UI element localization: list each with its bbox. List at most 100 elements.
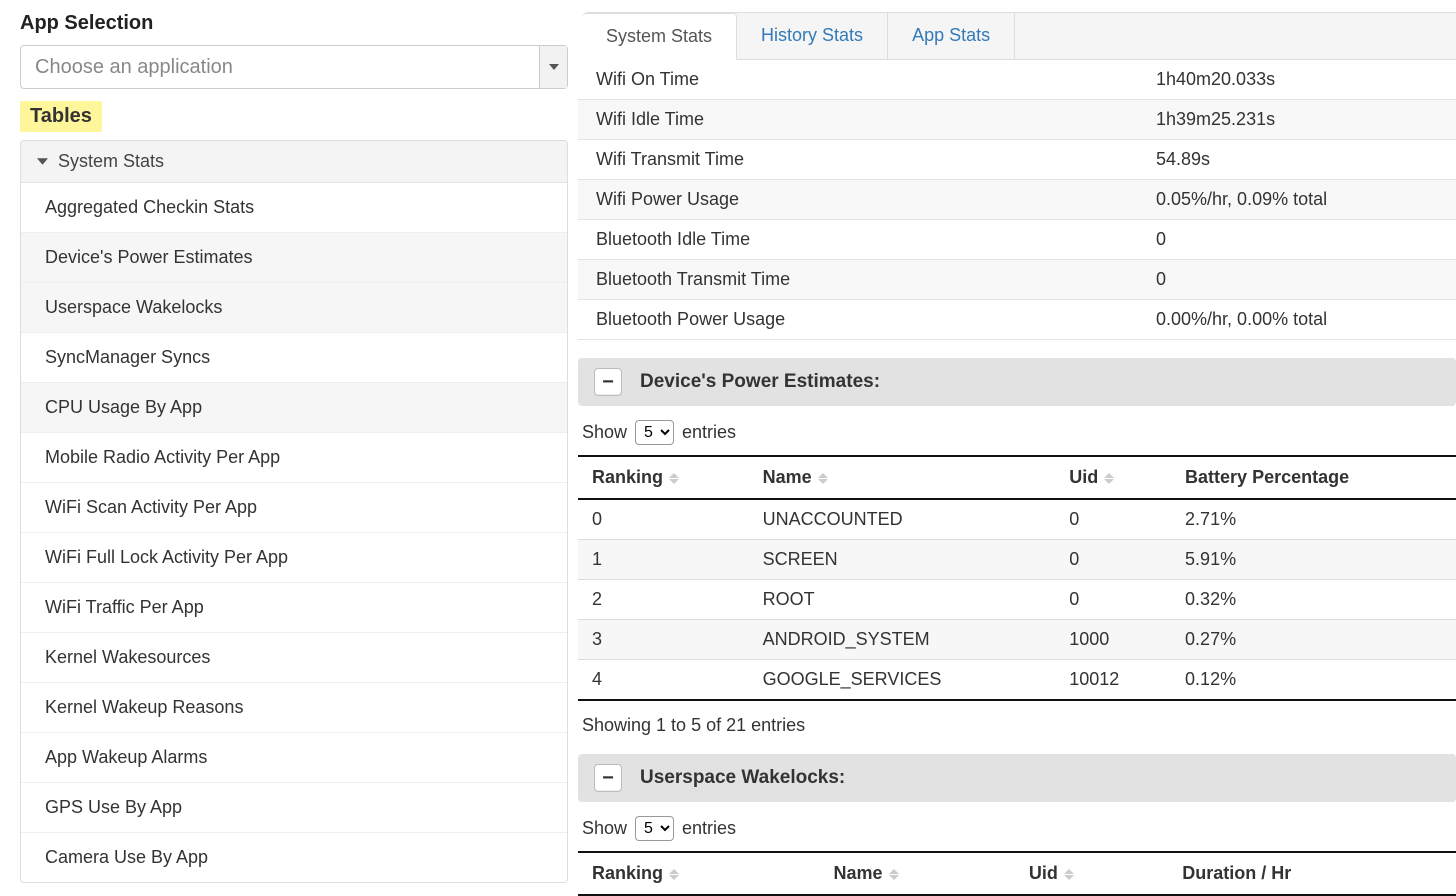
value-cell: 1h40m20.033s [1138, 60, 1456, 100]
chevron-down-icon [549, 62, 559, 72]
sort-icon[interactable] [818, 473, 828, 484]
app-selection-title: App Selection [20, 12, 568, 35]
power-estimates-header: − Device's Power Estimates: [578, 358, 1456, 406]
value-cell: 0.05%/hr, 0.09% total [1138, 180, 1456, 220]
sidebar-item[interactable]: WiFi Full Lock Activity Per App [21, 533, 567, 583]
tab[interactable]: App Stats [888, 13, 1015, 59]
table-cell: ANDROID_SYSTEM [749, 620, 1056, 660]
table-cell: 0.32% [1171, 580, 1456, 620]
show-label-pre: Show [582, 422, 627, 443]
sidebar-item[interactable]: Userspace Wakelocks [21, 283, 567, 333]
app-select-dropdown-button[interactable] [539, 46, 567, 88]
table-row: 4GOOGLE_SERVICES100120.12% [578, 660, 1456, 701]
table-row: 2ROOT00.32% [578, 580, 1456, 620]
value-cell: 0 [1138, 220, 1456, 260]
wakelocks-header: − Userspace Wakelocks: [578, 754, 1456, 802]
column-header[interactable]: Uid [1055, 456, 1171, 499]
collapse-button[interactable]: − [594, 368, 622, 396]
tables-heading: Tables [20, 101, 102, 132]
metric-cell: Bluetooth Power Usage [578, 300, 1138, 340]
entries-select[interactable]: 5 [635, 420, 674, 445]
column-header[interactable]: Duration / Hr [1168, 852, 1456, 895]
system-stats-table: Wifi On Time1h40m20.033sWifi Idle Time1h… [578, 60, 1456, 340]
app-select[interactable]: Choose an application [20, 45, 568, 89]
metric-cell: Bluetooth Transmit Time [578, 260, 1138, 300]
sidebar-item[interactable]: GPS Use By App [21, 783, 567, 833]
stats-row: Bluetooth Power Usage0.00%/hr, 0.00% tot… [578, 300, 1456, 340]
table-cell: 4 [578, 660, 749, 701]
sidebar-item[interactable]: App Wakeup Alarms [21, 733, 567, 783]
sidebar-item[interactable]: Mobile Radio Activity Per App [21, 433, 567, 483]
sort-icon[interactable] [1064, 869, 1074, 880]
table-cell: SCREEN [749, 540, 1056, 580]
show-entries-wakelocks: Show 5 entries [582, 816, 1456, 841]
table-cell: 0 [578, 499, 749, 540]
show-label-pre: Show [582, 818, 627, 839]
table-cell: 0 [1055, 580, 1171, 620]
sidebar-header[interactable]: System Stats [21, 141, 567, 183]
power-estimates-info: Showing 1 to 5 of 21 entries [582, 715, 1456, 736]
app-select-placeholder: Choose an application [21, 46, 539, 88]
power-estimates-title: Device's Power Estimates: [640, 371, 880, 393]
tab[interactable]: History Stats [737, 13, 888, 59]
sidebar-list: System Stats Aggregated Checkin StatsDev… [20, 140, 568, 883]
sidebar-header-label: System Stats [58, 151, 164, 172]
sidebar-item[interactable]: Kernel Wakeup Reasons [21, 683, 567, 733]
wakelocks-title: Userspace Wakelocks: [640, 767, 845, 789]
column-header[interactable]: Ranking [578, 456, 749, 499]
table-row: 0UNACCOUNTED02.71% [578, 499, 1456, 540]
table-cell: 5.91% [1171, 540, 1456, 580]
sidebar-item[interactable]: WiFi Scan Activity Per App [21, 483, 567, 533]
sidebar-item[interactable]: Device's Power Estimates [21, 233, 567, 283]
stats-row: Wifi Transmit Time54.89s [578, 140, 1456, 180]
column-header[interactable]: Name [749, 456, 1056, 499]
sidebar-item[interactable]: Camera Use By App [21, 833, 567, 882]
metric-cell: Bluetooth Idle Time [578, 220, 1138, 260]
value-cell: 0 [1138, 260, 1456, 300]
table-cell: 2.71% [1171, 499, 1456, 540]
table-cell: GOOGLE_SERVICES [749, 660, 1056, 701]
column-header[interactable]: Ranking [578, 852, 820, 895]
sidebar-item[interactable]: WiFi Traffic Per App [21, 583, 567, 633]
table-cell: 1000 [1055, 620, 1171, 660]
metric-cell: Wifi Idle Time [578, 100, 1138, 140]
show-label-post: entries [682, 422, 736, 443]
metric-cell: Wifi On Time [578, 60, 1138, 100]
table-cell: 0 [1055, 499, 1171, 540]
stats-row: Bluetooth Idle Time0 [578, 220, 1456, 260]
sort-icon[interactable] [889, 869, 899, 880]
stats-row: Bluetooth Transmit Time0 [578, 260, 1456, 300]
table-cell: 2 [578, 580, 749, 620]
column-header[interactable]: Uid [1015, 852, 1168, 895]
entries-select-wakelocks[interactable]: 5 [635, 816, 674, 841]
wakelocks-table: RankingNameUidDuration / Hr [578, 851, 1456, 896]
table-cell: UNACCOUNTED [749, 499, 1056, 540]
sidebar-item[interactable]: CPU Usage By App [21, 383, 567, 433]
sort-icon[interactable] [1104, 473, 1114, 484]
sort-icon[interactable] [669, 869, 679, 880]
column-header[interactable]: Name [820, 852, 1015, 895]
caret-down-icon [37, 156, 48, 167]
show-label-post: entries [682, 818, 736, 839]
value-cell: 0.00%/hr, 0.00% total [1138, 300, 1456, 340]
metric-cell: Wifi Power Usage [578, 180, 1138, 220]
tab[interactable]: System Stats [582, 13, 737, 60]
sidebar-item[interactable]: Kernel Wakesources [21, 633, 567, 683]
column-header[interactable]: Battery Percentage [1171, 456, 1456, 499]
table-row: 3ANDROID_SYSTEM10000.27% [578, 620, 1456, 660]
show-entries: Show 5 entries [582, 420, 1456, 445]
stats-row: Wifi Power Usage0.05%/hr, 0.09% total [578, 180, 1456, 220]
sidebar-item[interactable]: Aggregated Checkin Stats [21, 183, 567, 233]
tab-bar: System StatsHistory StatsApp Stats [582, 12, 1456, 60]
value-cell: 54.89s [1138, 140, 1456, 180]
stats-row: Wifi Idle Time1h39m25.231s [578, 100, 1456, 140]
sidebar-item[interactable]: SyncManager Syncs [21, 333, 567, 383]
table-cell: 3 [578, 620, 749, 660]
table-cell: 0.12% [1171, 660, 1456, 701]
sort-icon[interactable] [669, 473, 679, 484]
collapse-button[interactable]: − [594, 764, 622, 792]
table-row: 1SCREEN05.91% [578, 540, 1456, 580]
metric-cell: Wifi Transmit Time [578, 140, 1138, 180]
power-estimates-table: RankingNameUidBattery Percentage 0UNACCO… [578, 455, 1456, 701]
table-cell: 0 [1055, 540, 1171, 580]
